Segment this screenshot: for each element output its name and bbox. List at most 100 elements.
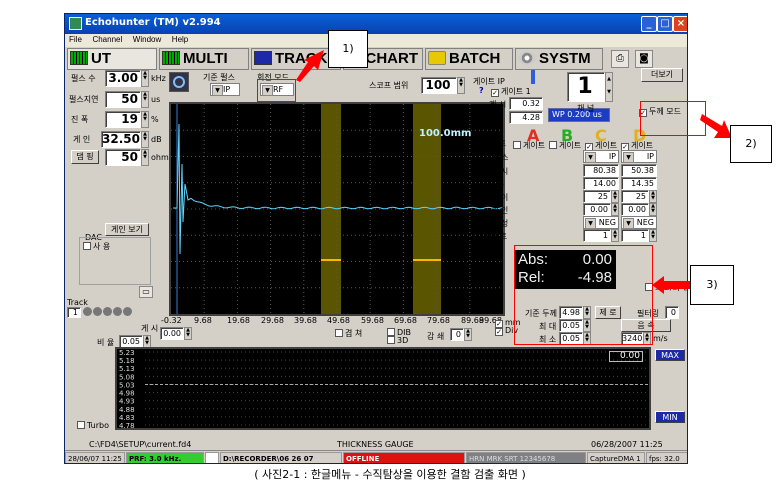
gate-d-count-spinner[interactable]: ▲ ▼ bbox=[649, 229, 657, 242]
gate-c-ref-select[interactable]: IP bbox=[583, 150, 619, 163]
amplitude-field[interactable]: 19 bbox=[105, 111, 141, 128]
maximize-button[interactable]: □ bbox=[657, 16, 673, 32]
callout-box-3 bbox=[514, 245, 653, 345]
attenuation-field[interactable]: 0 bbox=[450, 328, 464, 341]
attenuation-spinner[interactable]: ▲ ▼ bbox=[464, 328, 472, 341]
gate-row-label: 게이트 bbox=[484, 139, 507, 148]
damping-field[interactable]: 50 bbox=[105, 149, 141, 166]
folder-icon[interactable]: ▭ bbox=[139, 286, 153, 298]
menu-help[interactable]: Help bbox=[168, 34, 192, 45]
title-bar: Echohunter (TM) v2.994 _ □ × bbox=[65, 14, 687, 34]
gate-c-start-field[interactable]: 80.38 bbox=[583, 164, 619, 177]
3d-checkbox[interactable]: 3D bbox=[387, 336, 408, 345]
overlap-checkbox[interactable]: 겹 쳐 bbox=[335, 328, 362, 339]
gate-d-gain-spinner[interactable]: ▲ ▼ bbox=[649, 203, 657, 216]
gate-c-gain-field[interactable]: 0.00 bbox=[583, 203, 611, 216]
strip-tick: 5.03 bbox=[119, 381, 135, 389]
menu-file[interactable]: File bbox=[65, 34, 86, 45]
strip-tick: 4.78 bbox=[119, 422, 135, 428]
gate-gain-row-label: 게 인 bbox=[491, 206, 509, 215]
damping-button[interactable]: 댐 핑 bbox=[71, 150, 99, 164]
filter-field[interactable]: 0 bbox=[665, 306, 679, 319]
figure-caption: ( 사진2-1 : 한글메뉴 - 수직탐상을 이용한 결함 검출 화면 ) bbox=[254, 468, 526, 481]
tab-ut[interactable]: UT bbox=[67, 48, 157, 70]
pulse-delay-field[interactable]: 50 bbox=[105, 91, 141, 108]
close-button[interactable]: × bbox=[673, 16, 687, 32]
menu-window[interactable]: Window bbox=[129, 34, 165, 45]
track-next-icon[interactable] bbox=[113, 307, 122, 316]
track-prev-icon[interactable] bbox=[93, 307, 102, 316]
scope-range-field[interactable]: 100 bbox=[421, 77, 457, 94]
gain-view-button[interactable]: 게인 보기 bbox=[105, 223, 149, 236]
gate-d-height-spinner[interactable]: ▲ ▼ bbox=[649, 190, 657, 203]
gate-d-width-field[interactable]: 14.35 bbox=[621, 177, 657, 190]
channel-spinner[interactable]: ▲ ▼ bbox=[605, 72, 613, 102]
track-play-icon[interactable] bbox=[103, 307, 112, 316]
offset-label: 게 시 bbox=[141, 324, 159, 333]
status-offline: OFFLINE bbox=[343, 452, 465, 463]
ascan-display[interactable]: 100.0mm bbox=[169, 102, 505, 316]
menu-channel[interactable]: Channel bbox=[88, 34, 126, 45]
gate-d-polarity-select[interactable]: NEG bbox=[621, 216, 657, 229]
strip-tick: 5.08 bbox=[119, 373, 135, 381]
ref-pulse-select[interactable]: IP bbox=[210, 83, 240, 96]
gate-start-field[interactable]: 0.32 bbox=[509, 97, 543, 110]
turbo-checkbox[interactable]: Turbo bbox=[77, 421, 109, 430]
gate-a-checkbox[interactable]: 게이트 bbox=[513, 140, 545, 151]
gate-1-checkbox[interactable]: ✓ 게이트 1 bbox=[491, 86, 531, 97]
pulse-count-spinner[interactable]: ▲ ▼ bbox=[141, 70, 149, 87]
gate-d-ref-select[interactable]: IP bbox=[621, 150, 657, 163]
gain-spinner[interactable]: ▲ ▼ bbox=[141, 131, 149, 148]
gate-c-polarity-select[interactable]: NEG bbox=[583, 216, 619, 229]
scope-range-spinner[interactable]: ▲ ▼ bbox=[457, 77, 465, 94]
track-last-icon[interactable] bbox=[123, 307, 132, 316]
window-title: Echohunter (TM) v2.994 bbox=[85, 17, 221, 28]
tab-multi[interactable]: MULTI bbox=[159, 48, 249, 70]
pulse-delay-label: 펄스지연 bbox=[69, 95, 99, 104]
gate-d-gain-field[interactable]: 0.00 bbox=[621, 203, 649, 216]
status-date: 28/06/07 11:25 bbox=[65, 452, 125, 463]
pulse-count-field[interactable]: 3.00 bbox=[105, 70, 141, 87]
date-label: 06/28/2007 11:25 bbox=[591, 440, 663, 449]
gate-count-row-label: 카운트 bbox=[485, 232, 508, 241]
offset-field[interactable]: 0.00 bbox=[160, 327, 184, 340]
gate-c-height-spinner[interactable]: ▲ ▼ bbox=[611, 190, 619, 203]
gate-width-field[interactable]: 4.28 bbox=[509, 111, 543, 124]
thickness-strip-chart[interactable]: 5.23 5.18 5.13 5.08 5.03 4.98 4.93 4.88 4.83 4.78… bbox=[115, 347, 651, 430]
strip-tick: 4.88 bbox=[119, 406, 135, 414]
max-button[interactable]: MAX bbox=[655, 349, 685, 361]
gate-c-height-field[interactable]: 25 bbox=[583, 190, 611, 203]
pulse-delay-spinner[interactable]: ▲ ▼ bbox=[141, 91, 149, 108]
gate-d-start-field[interactable]: 50.38 bbox=[621, 164, 657, 177]
gain-field[interactable]: 32.50 bbox=[101, 131, 141, 148]
track-first-icon[interactable] bbox=[83, 307, 92, 316]
camera-icon[interactable]: ◙ bbox=[635, 50, 653, 68]
gate-c-gain-spinner[interactable]: ▲ ▼ bbox=[611, 203, 619, 216]
gate-b-checkbox[interactable]: 게이트 bbox=[549, 140, 581, 151]
tab-batch[interactable]: BATCH bbox=[425, 48, 513, 70]
probe-icon[interactable] bbox=[169, 72, 189, 92]
gate-c-width-field[interactable]: 14.00 bbox=[583, 177, 619, 190]
gate-d-count-field[interactable]: 1 bbox=[621, 229, 649, 242]
help-icon[interactable]: ? bbox=[479, 86, 484, 95]
gate-c-count-field[interactable]: 1 bbox=[583, 229, 611, 242]
print-icon[interactable]: ⎙ bbox=[611, 50, 629, 68]
gain-unit: dB bbox=[151, 135, 162, 144]
min-button[interactable]: MIN bbox=[655, 411, 685, 423]
status-prf: PRF: 3.0 kHz. bbox=[126, 452, 204, 463]
gate-d-height-field[interactable]: 25 bbox=[621, 190, 649, 203]
strip-plot: 5.235.185.135.085.034.984.934.884.834.78 bbox=[119, 349, 649, 428]
app-window: Echohunter (TM) v2.994 _ □ × File Channe… bbox=[64, 13, 688, 464]
gate-start-label: 게 시 bbox=[489, 100, 507, 109]
status-empty bbox=[205, 452, 219, 463]
gate-c-count-spinner[interactable]: ▲ ▼ bbox=[611, 229, 619, 242]
settings-button[interactable]: 더보기 bbox=[641, 68, 683, 82]
minimize-button[interactable]: _ bbox=[641, 16, 657, 32]
channel-field[interactable]: 1 bbox=[567, 72, 605, 102]
amplitude-spinner[interactable]: ▲ ▼ bbox=[141, 111, 149, 128]
offset-spinner[interactable]: ▲ ▼ bbox=[184, 327, 192, 340]
damping-spinner[interactable]: ▲ ▼ bbox=[141, 149, 149, 166]
waveform-icon bbox=[70, 51, 88, 65]
track-field[interactable]: 1 bbox=[67, 307, 81, 318]
tab-systm[interactable]: SYSTM bbox=[515, 48, 603, 70]
